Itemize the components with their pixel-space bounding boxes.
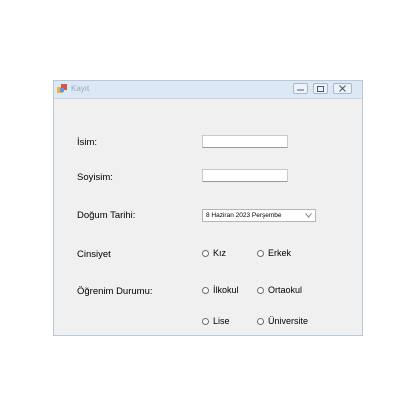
radio-circle — [202, 249, 209, 257]
education-option-label: Ortaokul — [268, 285, 303, 295]
app-icon — [57, 84, 67, 93]
radio-circle — [202, 286, 209, 294]
gender-label: Cinsiyet — [77, 249, 111, 260]
education-radio-ilkokul[interactable]: İlkokul — [202, 285, 239, 295]
birthdate-picker[interactable]: 8 Haziran 2023 Perşembe — [202, 209, 316, 222]
surname-input[interactable] — [202, 169, 288, 182]
education-radio-ortaokul[interactable]: Ortaokul — [257, 285, 302, 295]
gender-radio-kiz[interactable]: Kız — [202, 248, 226, 258]
birthdate-label: Doğum Tarihi: — [77, 210, 136, 221]
gender-option-label: Kız — [213, 248, 227, 258]
radio-circle — [202, 317, 209, 325]
close-button[interactable] — [333, 83, 352, 94]
title-bar[interactable]: Kayıt — [54, 81, 362, 99]
education-radio-universite[interactable]: Üniversite — [257, 316, 308, 326]
education-radio-lise[interactable]: Lise — [202, 316, 230, 326]
maximize-icon — [317, 85, 324, 92]
minimize-button[interactable] — [293, 83, 308, 94]
education-option-label: Lise — [213, 316, 230, 326]
maximize-button[interactable] — [313, 83, 328, 94]
education-option-label: Üniversite — [268, 316, 309, 326]
registration-window: Kayıt İsim: Soyisim: Doğum Tarihi: Cinsi… — [53, 80, 363, 336]
gender-option-label: Erkek — [268, 248, 292, 258]
birthdate-value: 8 Haziran 2023 Perşembe — [206, 212, 282, 219]
minimize-icon — [297, 89, 304, 91]
chevron-down-icon[interactable] — [305, 213, 312, 218]
radio-circle — [257, 317, 264, 325]
close-icon — [339, 85, 346, 92]
gender-radio-erkek[interactable]: Erkek — [257, 248, 291, 258]
education-option-label: İlkokul — [213, 285, 239, 295]
education-label: Öğrenim Durumu: — [77, 286, 153, 297]
name-input[interactable] — [202, 135, 288, 148]
radio-circle — [257, 286, 264, 294]
name-label: İsim: — [77, 137, 98, 148]
surname-label: Soyisim: — [77, 172, 113, 183]
radio-circle — [257, 249, 264, 257]
window-title: Kayıt — [71, 84, 90, 93]
